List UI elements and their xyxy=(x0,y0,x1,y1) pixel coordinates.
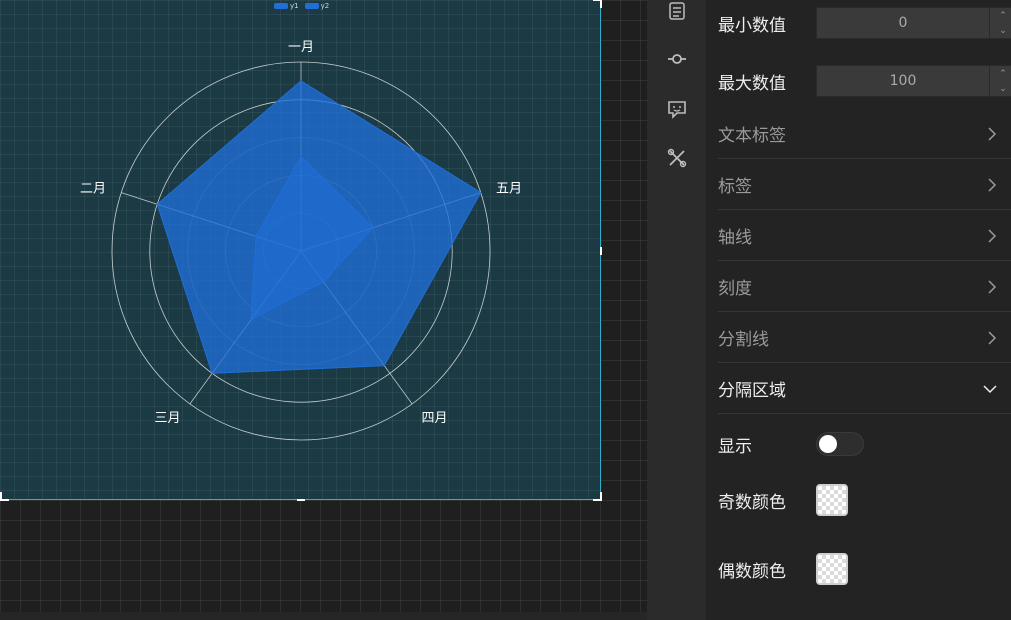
max-value-text[interactable]: 100 xyxy=(817,73,989,89)
section-label: 轴线 xyxy=(718,228,752,248)
list-icon[interactable] xyxy=(666,0,688,22)
show-label: 显示 xyxy=(718,436,752,457)
chevron-right-icon xyxy=(988,228,997,243)
chat-icon[interactable] xyxy=(666,98,688,120)
increment-icon[interactable]: ⌃ xyxy=(990,8,1011,23)
section-split-line[interactable]: 分割线 xyxy=(718,313,1011,363)
chevron-right-icon xyxy=(988,330,997,345)
resize-handle-bottom-left[interactable] xyxy=(0,492,9,501)
even-color-picker[interactable] xyxy=(816,553,848,585)
odd-color-row: 奇数颜色 xyxy=(718,484,1011,516)
resize-handle-right[interactable] xyxy=(600,247,602,255)
resize-handle-bottom-right[interactable] xyxy=(593,492,602,501)
chevron-right-icon xyxy=(988,177,997,192)
show-toggle[interactable] xyxy=(816,432,864,456)
section-label: 分割线 xyxy=(718,330,769,350)
min-value-input[interactable]: 0 ⌃ ⌄ xyxy=(816,7,1011,39)
increment-icon[interactable]: ⌃ xyxy=(990,66,1011,81)
radar-axis-label: 五月 xyxy=(496,182,522,197)
min-value-label: 最小数值 xyxy=(718,15,786,36)
commit-icon[interactable] xyxy=(666,48,688,70)
toggle-knob xyxy=(819,435,837,453)
odd-color-picker[interactable] xyxy=(816,484,848,516)
even-color-label: 偶数颜色 xyxy=(718,561,786,582)
radar-chart-panel[interactable]: y1 y2 一月 五月 四月 三月 二月 xyxy=(0,0,602,501)
section-label: 标签 xyxy=(718,177,752,197)
min-value-row: 最小数值 0 ⌃ ⌄ xyxy=(718,6,1011,40)
canvas-area: y1 y2 一月 五月 四月 三月 二月 xyxy=(0,0,647,620)
odd-color-label: 奇数颜色 xyxy=(718,492,786,513)
tools-icon[interactable] xyxy=(666,147,688,169)
max-value-stepper[interactable]: ⌃ ⌄ xyxy=(989,66,1011,96)
even-color-row: 偶数颜色 xyxy=(718,553,1011,585)
section-label[interactable]: 标签 xyxy=(718,160,1011,210)
canvas-status-strip xyxy=(0,612,647,620)
properties-panel: 最小数值 0 ⌃ ⌄ 最大数值 100 ⌃ ⌄ 文本标签 标签 轴线 刻度 分割… xyxy=(706,0,1011,620)
tool-column xyxy=(647,0,706,620)
chevron-down-icon xyxy=(983,384,997,393)
decrement-icon[interactable]: ⌄ xyxy=(990,81,1011,96)
min-value-text[interactable]: 0 xyxy=(817,15,989,31)
section-label: 文本标签 xyxy=(718,126,786,146)
section-tick[interactable]: 刻度 xyxy=(718,262,1011,312)
decrement-icon[interactable]: ⌄ xyxy=(990,23,1011,38)
section-split-area[interactable]: 分隔区域 xyxy=(718,364,1011,414)
min-value-stepper[interactable]: ⌃ ⌄ xyxy=(989,8,1011,38)
radar-axis-label: 三月 xyxy=(154,411,180,426)
radar-axis-label: 四月 xyxy=(422,411,448,426)
radar-chart: 一月五月四月 三月 二月 xyxy=(80,40,522,441)
radar-axis-label: 二月 xyxy=(80,182,106,197)
chevron-right-icon xyxy=(988,126,997,141)
max-value-input[interactable]: 100 ⌃ ⌄ xyxy=(816,65,1011,97)
max-value-row: 最大数值 100 ⌃ ⌄ xyxy=(718,64,1011,98)
resize-handle-top-right[interactable] xyxy=(593,0,602,8)
section-axis-line[interactable]: 轴线 xyxy=(718,211,1011,261)
section-text-label[interactable]: 文本标签 xyxy=(718,109,1011,159)
chevron-right-icon xyxy=(988,279,997,294)
radar-series xyxy=(156,80,482,374)
section-label: 刻度 xyxy=(718,279,752,299)
radar-axis-label: 一月 xyxy=(288,40,314,55)
resize-handle-bottom[interactable] xyxy=(297,499,305,501)
show-row: 显示 xyxy=(718,430,1011,458)
max-value-label: 最大数值 xyxy=(718,73,786,94)
section-label: 分隔区域 xyxy=(718,381,786,401)
